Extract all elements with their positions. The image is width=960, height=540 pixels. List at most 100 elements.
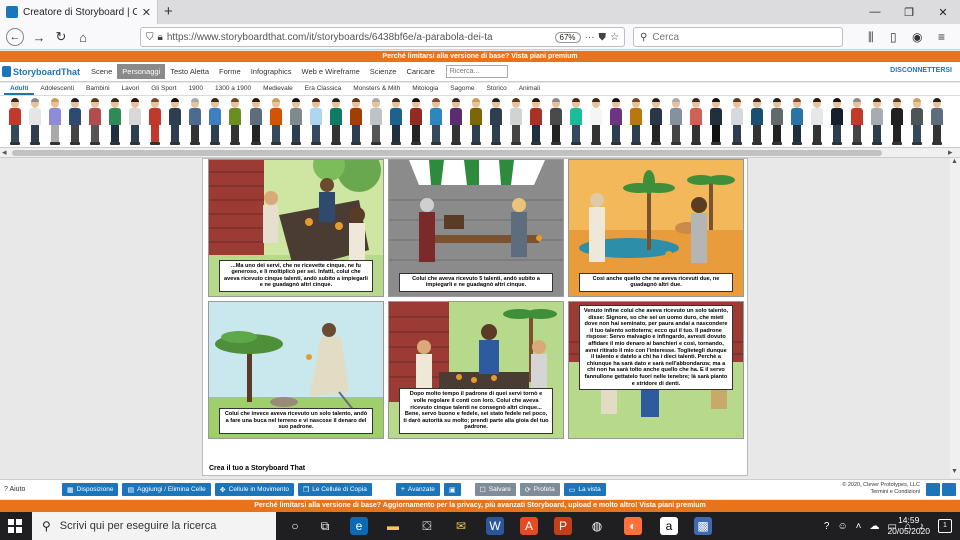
toolbar-button-avanzate[interactable]: + Avanzate <box>395 483 440 496</box>
category-tab-adolescenti[interactable]: Adolescenti <box>34 83 80 95</box>
sticky-notes-icon[interactable]: ✉ <box>452 517 470 535</box>
chevron-up-icon[interactable]: ˄ <box>856 521 862 532</box>
storyboard-footer-link[interactable]: Crea il tuo a Storyboard That <box>209 465 305 472</box>
toolbar-button-disposizione[interactable]: ▦ Disposizione <box>62 483 119 496</box>
character-strip-scrollbar[interactable]: ◂ ▸ <box>0 147 960 158</box>
character-thumbnail[interactable] <box>890 98 904 145</box>
character-thumbnail[interactable] <box>790 98 804 145</box>
onedrive-icon[interactable]: ☁ <box>870 521 880 532</box>
category-tab-1300-a-1900[interactable]: 1300 a 1900 <box>209 83 257 95</box>
share-icon[interactable] <box>926 483 940 496</box>
powerpoint-icon[interactable]: P <box>554 517 572 535</box>
storyboard-cell-6[interactable]: Venuto infine colui che aveva ricevuto u… <box>568 301 744 439</box>
storyboard-cell-4[interactable]: Colui che invece aveva ricevuto un solo … <box>208 301 384 439</box>
url-bar[interactable]: ⛉ 🔒︎ https://www.storyboardthat.com/it/s… <box>140 27 625 47</box>
character-thumbnail[interactable] <box>569 98 583 145</box>
toolbar-button-salvare[interactable]: ☐ Salvare <box>474 483 516 496</box>
category-tab-1900[interactable]: 1900 <box>183 83 209 95</box>
category-tab-mitologia[interactable]: Mitologia <box>406 83 444 95</box>
sidebar-icon[interactable]: ▯ <box>890 30 897 44</box>
character-thumbnail[interactable] <box>309 98 323 145</box>
site-nav-personaggi[interactable]: Personaggi <box>117 64 166 79</box>
site-nav-scienze[interactable]: Scienze <box>365 64 402 79</box>
zoom-level-badge[interactable]: 67% <box>554 31 581 43</box>
character-thumbnail[interactable] <box>289 98 303 145</box>
storyboardthat-logo[interactable]: StoryboardThat <box>2 66 80 77</box>
character-thumbnail[interactable] <box>48 98 62 145</box>
promo-banner-top[interactable]: Perché limitarsi alla versione di base? … <box>0 51 960 62</box>
character-thumbnail[interactable] <box>269 98 283 145</box>
character-thumbnail[interactable] <box>930 98 944 145</box>
library-icon[interactable]: ⫼ <box>868 30 874 45</box>
scrollbar-thumb[interactable] <box>12 150 882 156</box>
character-thumbnail[interactable] <box>669 98 683 145</box>
minimize-button[interactable]: — <box>858 0 892 24</box>
lock-icon[interactable]: 🔒︎ <box>158 32 163 43</box>
site-nav-infographics[interactable]: Infographics <box>246 64 297 79</box>
category-tab-lavori[interactable]: Lavori <box>116 83 146 95</box>
site-search-input[interactable] <box>445 65 508 78</box>
category-tab-sagome[interactable]: Sagome <box>444 83 480 95</box>
character-thumbnail[interactable] <box>689 98 703 145</box>
word-icon[interactable]: W <box>486 517 504 535</box>
reload-icon[interactable]: ↻ <box>52 28 70 46</box>
character-thumbnail[interactable] <box>128 98 142 145</box>
close-tab-icon[interactable]: ✕ <box>142 6 151 19</box>
amazon-icon[interactable]: a <box>660 517 678 535</box>
character-thumbnail[interactable] <box>850 98 864 145</box>
toolbar-button-le-cellule-di-copia[interactable]: ❐ Le Cellule di Copia <box>297 483 372 496</box>
url-text[interactable]: https://www.storyboardthat.com/it/storyb… <box>167 32 551 43</box>
browser-tab[interactable]: Creatore di Storyboard | Cometo ✕ <box>0 0 158 24</box>
print-icon[interactable] <box>942 483 956 496</box>
close-window-button[interactable]: ✕ <box>926 0 960 24</box>
site-nav-scene[interactable]: Scene <box>86 64 117 79</box>
character-thumbnail[interactable] <box>329 98 343 145</box>
toolbar-button-aggiungi-elimina-celle[interactable]: ▤ Aggiungi / Elimina Celle <box>122 483 211 496</box>
site-nav-web-e-wireframe[interactable]: Web e Wireframe <box>297 64 365 79</box>
taskbar-search-box[interactable]: ⚲ Scrivi qui per eseguire la ricerca <box>32 512 276 540</box>
shield-icon[interactable]: ⛉ <box>146 32 154 43</box>
character-thumbnail[interactable] <box>449 98 463 145</box>
firefox-icon[interactable]: ◐ <box>624 517 642 535</box>
character-thumbnail[interactable] <box>208 98 222 145</box>
character-thumbnail[interactable] <box>609 98 623 145</box>
browser-search-input[interactable] <box>652 31 823 43</box>
category-tab-storico[interactable]: Storico <box>480 83 512 95</box>
new-tab-button[interactable]: + <box>164 3 173 20</box>
character-thumbnail[interactable] <box>870 98 884 145</box>
character-thumbnail[interactable] <box>750 98 764 145</box>
category-tab-bambini[interactable]: Bambini <box>80 83 115 95</box>
character-thumbnail[interactable] <box>369 98 383 145</box>
task-view-icon[interactable]: ⧉ <box>316 517 334 535</box>
back-arrow-icon[interactable]: ← <box>6 28 24 46</box>
character-thumbnail[interactable] <box>629 98 643 145</box>
help-link[interactable]: ? Aiuto <box>4 486 58 493</box>
disconnect-link[interactable]: DISCONNETTERSI <box>890 67 952 74</box>
hamburger-menu-icon[interactable]: ≡ <box>938 30 945 44</box>
toolbar-button-cellule-in-movimento[interactable]: ✥ Cellule in Movimento <box>214 483 294 496</box>
promo-banner-bottom[interactable]: Perché limitarsi alla versione di base? … <box>0 500 960 512</box>
character-thumbnail[interactable] <box>589 98 603 145</box>
character-thumbnail[interactable] <box>108 98 122 145</box>
character-thumbnail[interactable] <box>529 98 543 145</box>
character-thumbnail[interactable] <box>349 98 363 145</box>
character-thumbnail[interactable] <box>168 98 182 145</box>
scroll-right-icon[interactable]: ▸ <box>948 147 953 158</box>
pocket-icon[interactable]: ⛊ <box>599 32 607 43</box>
scroll-left-icon[interactable]: ◂ <box>2 147 7 158</box>
help-tray-icon[interactable]: ? <box>824 521 830 532</box>
character-thumbnail[interactable] <box>709 98 723 145</box>
cell-3-caption[interactable]: Così anche quello che ne aveva ricevuti … <box>579 272 733 292</box>
category-tab-medievale[interactable]: Medievale <box>257 83 299 95</box>
taskbar-clock[interactable]: 14:59 20/05/2020 <box>887 515 930 537</box>
cell-4-caption[interactable]: Colui che invece aveva ricevuto un solo … <box>219 408 373 434</box>
taskbar-search-text[interactable]: Scrivi qui per eseguire la ricerca <box>60 520 217 532</box>
adobe-icon[interactable]: A <box>520 517 538 535</box>
cell-1-caption[interactable]: ...Ma uno dei servi, che ne ricevette ci… <box>219 259 373 292</box>
account-icon[interactable]: ◉ <box>912 30 922 44</box>
category-tab-adulti[interactable]: Adulti <box>4 83 35 95</box>
store-icon[interactable]: ⛋ <box>418 517 436 535</box>
notification-center-icon[interactable]: 1 <box>938 519 952 533</box>
scroll-up-icon[interactable]: ▲ <box>951 158 958 165</box>
character-thumbnail[interactable] <box>228 98 242 145</box>
